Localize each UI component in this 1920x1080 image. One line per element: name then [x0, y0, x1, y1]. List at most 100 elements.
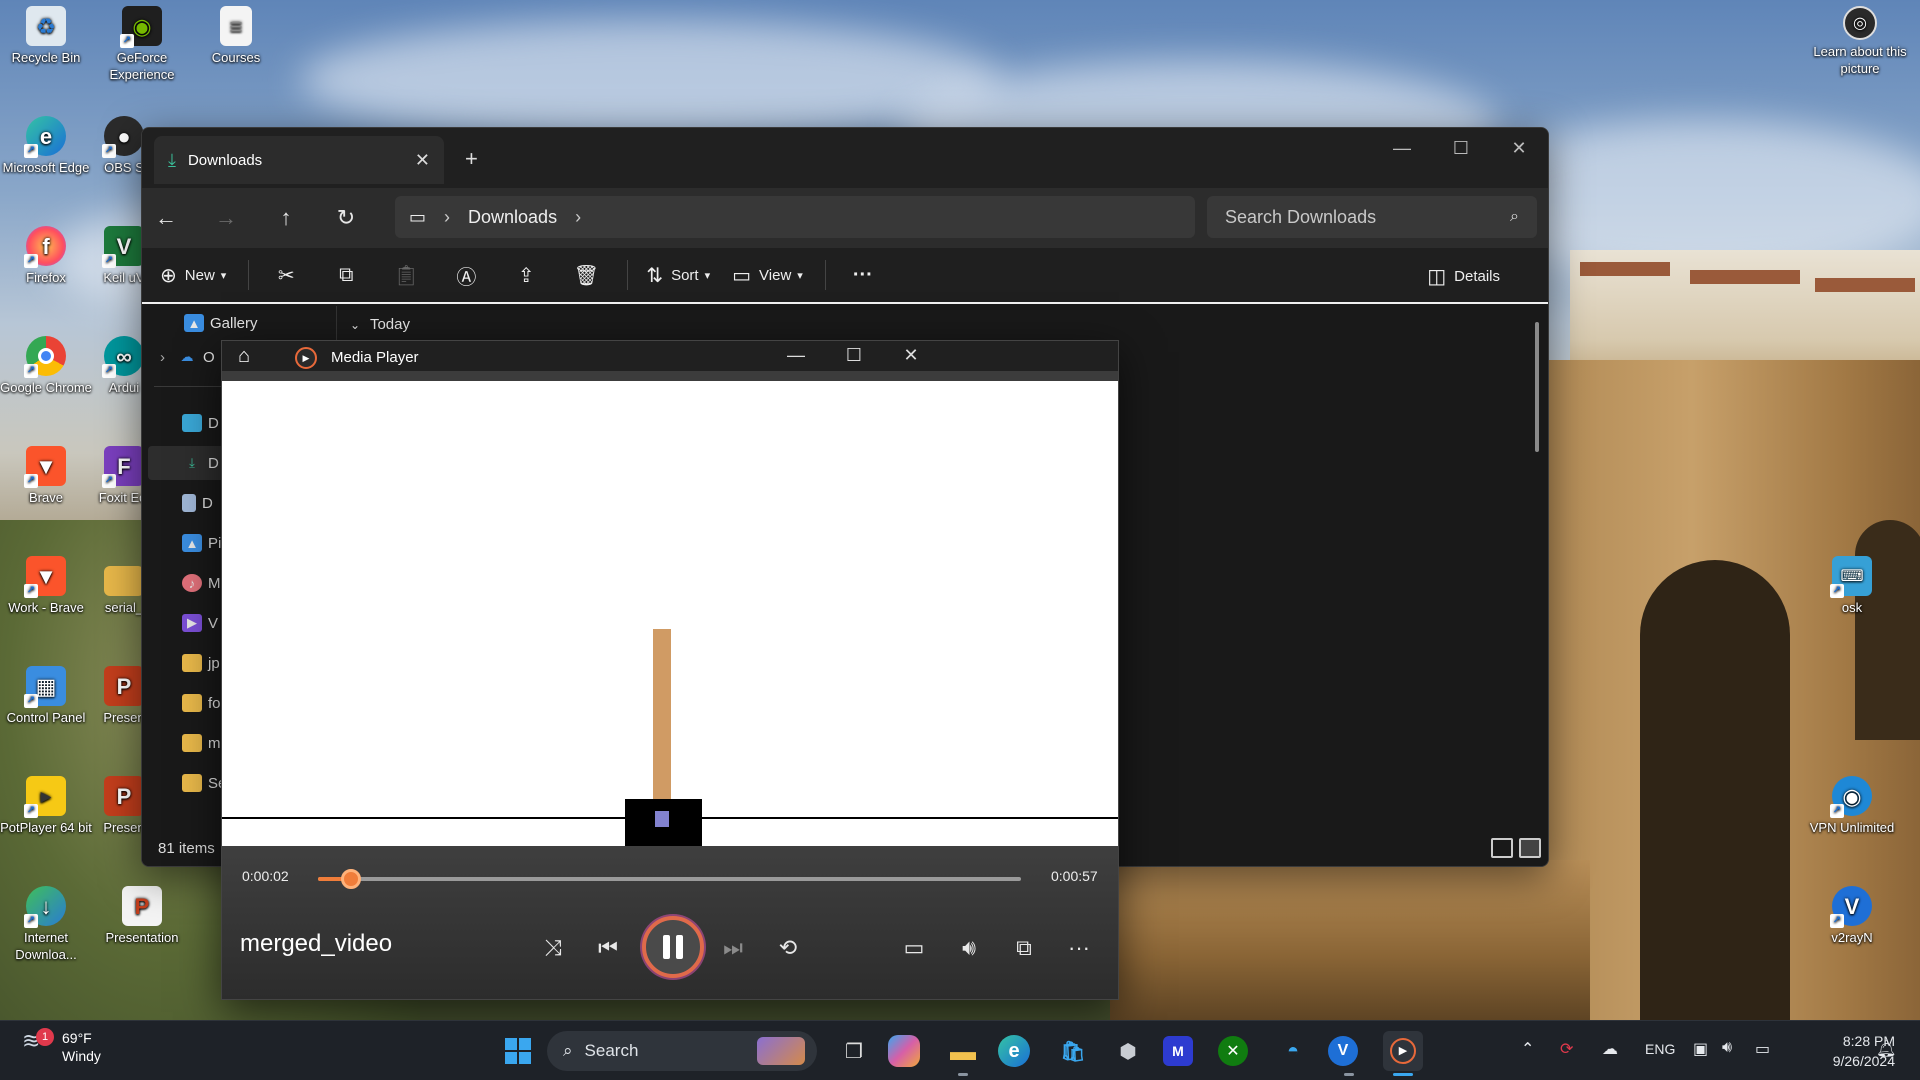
subtitles-icon[interactable]: ▭ [896, 930, 932, 966]
desktop-icon-recycle-bin[interactable]: ♻ Recycle Bin [0, 6, 94, 66]
repeat-off-icon[interactable]: ⟲ [770, 930, 806, 966]
cut-icon[interactable]: ✂ [267, 263, 305, 288]
minimize-button[interactable]: — [776, 345, 816, 366]
desktop-icon-chrome[interactable]: ↗ Google Chrome [0, 336, 94, 396]
sidebar-item-music[interactable]: ♪ M [182, 574, 221, 592]
volume-icon[interactable]: 🔊︎ [951, 930, 987, 966]
forward-button[interactable]: → [206, 202, 246, 234]
file-explorer-icon[interactable]: ▬ [943, 1031, 983, 1071]
up-button[interactable]: ↑ [266, 202, 306, 234]
tiles-view-icon[interactable] [1519, 838, 1541, 858]
edge-icon[interactable]: e [998, 1035, 1030, 1067]
sidebar-item-pictures[interactable]: ▲ Pi [182, 534, 221, 552]
desktop-icon-firefox[interactable]: f ↗ Firefox [0, 226, 94, 286]
desktop-icon-work-brave[interactable]: ▼ ↗ Work - Brave [0, 556, 94, 616]
tab-title: Downloads [187, 151, 263, 169]
close-window-button[interactable]: ✕ [1499, 138, 1539, 159]
desktop-icon-osk[interactable]: ⌨ ↗ osk [1804, 556, 1900, 616]
seek-bar[interactable] [318, 869, 1021, 889]
sync-icon[interactable]: ⟳ [1560, 1039, 1573, 1059]
tab-downloads[interactable]: ⤓ Downloads ✕ [154, 136, 444, 184]
sidebar-item-folder-3[interactable]: m [182, 734, 221, 752]
edge-icon: e ↗ [24, 116, 66, 158]
maximize-button[interactable]: ☐ [1441, 138, 1481, 159]
powerpoint-icon: P [104, 666, 144, 706]
xbox-icon[interactable]: ✕ [1218, 1036, 1248, 1066]
video-frame[interactable] [222, 371, 1118, 846]
previous-icon[interactable]: ⏮︎ [590, 930, 626, 966]
breadcrumb-downloads[interactable]: Downloads [468, 207, 557, 228]
delete-icon[interactable]: 🗑︎ [567, 263, 605, 288]
copilot-icon[interactable] [888, 1035, 920, 1067]
desktop-icon-presentation-3[interactable]: P Presentation [94, 886, 190, 946]
details-button[interactable]: ◫ Details [1427, 264, 1500, 289]
vertical-scrollbar[interactable] [1535, 322, 1539, 452]
address-bar[interactable]: ▭ › Downloads › [395, 196, 1195, 238]
cloud-off-icon[interactable]: ☁ [1602, 1039, 1618, 1059]
new-button[interactable]: ⊕ New ▾ [160, 263, 226, 288]
more-options-icon[interactable]: ··· [1061, 930, 1097, 966]
new-tab-button[interactable]: + [465, 146, 478, 172]
desktop-icon-brave[interactable]: ▼ ↗ Brave [0, 446, 94, 506]
sidebar-item-videos[interactable]: ▶ V [182, 614, 218, 632]
shuffle-icon[interactable]: ⤨ [535, 930, 571, 966]
group-header-today[interactable]: ⌄ Today [350, 316, 410, 333]
chevron-up-icon[interactable]: ⌃ [1521, 1039, 1534, 1059]
close-window-button[interactable]: ✕ [891, 345, 931, 366]
volume-icon[interactable]: 🔊︎ [1722, 1039, 1732, 1057]
maximize-button[interactable]: ☐ [834, 345, 874, 366]
close-tab-icon[interactable]: ✕ [415, 150, 430, 171]
sidebar-item-desktop[interactable]: D [182, 414, 219, 432]
minimize-button[interactable]: — [1382, 138, 1422, 159]
desktop-icon-v2rayn[interactable]: V ↗ v2rayN [1804, 886, 1900, 946]
paste-icon[interactable]: 📋︎ [387, 263, 425, 288]
start-button[interactable] [498, 1031, 538, 1071]
media-player-icon[interactable]: ▶ [1383, 1031, 1423, 1071]
store-icon[interactable]: 🛍︎ [1053, 1031, 1093, 1071]
back-button[interactable]: ← [146, 202, 186, 234]
desktop-icon-edge[interactable]: e ↗ Microsoft Edge [0, 116, 94, 176]
sidebar-item-gallery[interactable]: ▲ Gallery [184, 314, 258, 332]
desktop-icon-learn-picture[interactable]: ◎ Learn about this picture [1804, 6, 1916, 77]
mini-player-icon[interactable]: ⧉ [1006, 930, 1042, 966]
next-icon[interactable]: ⏭︎ [715, 930, 751, 966]
desktop-icon-vpn[interactable]: ◉ ↗ VPN Unlimited [1804, 776, 1900, 836]
task-view-icon[interactable]: ❐ [834, 1031, 874, 1071]
view-button[interactable]: ▭ View ▾ [732, 263, 803, 288]
sidebar-item-onedrive[interactable]: › ☁ O [160, 348, 215, 366]
sidebar-item-downloads[interactable]: ⤓ D [182, 454, 219, 472]
sidebar-item-folder-1[interactable]: jp [182, 654, 220, 672]
chevron-right-icon[interactable]: › [575, 207, 581, 228]
desktop-icon-courses[interactable]: ≡ Courses [188, 6, 284, 66]
details-view-icon[interactable] [1491, 838, 1513, 858]
sidebar-item-documents[interactable]: D [182, 494, 213, 512]
language-indicator[interactable]: ENG [1645, 1041, 1675, 1057]
desktop-icon [182, 414, 202, 432]
refresh-button[interactable]: ↻ [326, 202, 366, 234]
vpn-icon[interactable]: ◓ [1273, 1031, 1313, 1071]
desktop-icon-control-panel[interactable]: ▦ ↗ Control Panel [0, 666, 94, 726]
copy-icon[interactable]: ⧉ [327, 264, 365, 287]
notifications-bell-icon[interactable]: 🔔︎ [1876, 1039, 1896, 1059]
more-options-icon[interactable]: ··· [844, 264, 882, 287]
battery-icon[interactable]: ▭ [1755, 1039, 1770, 1059]
explorer-toolbar: ⊕ New ▾ ✂ ⧉ 📋︎ Ⓐ ⇪ 🗑︎ ⇅ Sort ▾ ▭ View ▾ … [142, 248, 1548, 304]
weather-widget[interactable]: ≋ 1 69°F Windy [22, 1028, 101, 1065]
share-icon[interactable]: ⇪ [507, 263, 545, 288]
desktop-icon-geforce[interactable]: ◉ ↗ GeForce Experience [94, 6, 190, 83]
pause-button[interactable] [642, 916, 704, 978]
sidebar-item-folder-4[interactable]: Se [182, 774, 226, 792]
app-icon-math[interactable]: M [1163, 1036, 1193, 1066]
rename-icon[interactable]: Ⓐ [447, 261, 485, 290]
desktop-icon-idm[interactable]: ↓ ↗ Internet Downloa... [0, 886, 94, 963]
v2rayn-icon[interactable]: V [1328, 1036, 1358, 1066]
network-icon[interactable]: ▣ [1693, 1039, 1708, 1059]
home-icon[interactable]: ⌂ [238, 345, 250, 368]
seek-thumb[interactable] [341, 869, 362, 889]
search-input[interactable]: Search Downloads ⌕ [1207, 196, 1537, 238]
taskbar-search[interactable]: ⌕ Search [547, 1031, 817, 1071]
desktop-icon-potplayer[interactable]: ▶ ↗ PotPlayer 64 bit [0, 776, 94, 836]
sidebar-item-folder-2[interactable]: fo [182, 694, 221, 712]
app-icon-hexagon[interactable]: ⬢ [1108, 1031, 1148, 1071]
sort-button[interactable]: ⇅ Sort ▾ [646, 263, 710, 288]
